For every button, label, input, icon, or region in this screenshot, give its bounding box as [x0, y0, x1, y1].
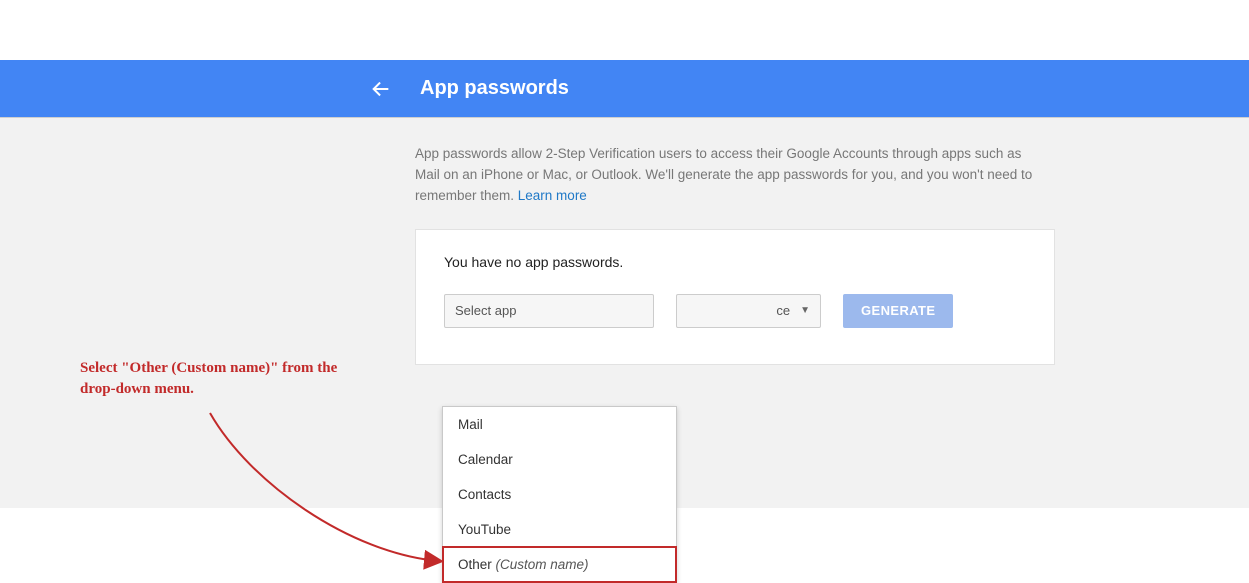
description-body: App passwords allow 2-Step Verification …	[415, 146, 1032, 203]
select-device-dropdown[interactable]: ce ▼	[676, 294, 821, 328]
page-title: App passwords	[420, 77, 569, 100]
annotation-arrow-icon	[190, 403, 460, 583]
dropdown-item-calendar[interactable]: Calendar	[443, 442, 676, 477]
header-bar: App passwords	[0, 60, 1249, 118]
select-app-label: Select app	[455, 303, 516, 318]
annotation-text: Select "Other (Custom name)" from the dr…	[80, 358, 340, 400]
no-passwords-message: You have no app passwords.	[444, 254, 1026, 270]
dropdown-item-other[interactable]: Other (Custom name)	[443, 547, 676, 582]
back-arrow-icon[interactable]	[370, 78, 392, 100]
select-app-dropdown[interactable]: Select app	[444, 294, 654, 328]
caret-down-icon: ▼	[800, 305, 810, 316]
controls-row: Select app ce ▼ GENERATE	[444, 294, 1026, 328]
dropdown-item-youtube[interactable]: YouTube	[443, 512, 676, 547]
description-text: App passwords allow 2-Step Verification …	[415, 144, 1045, 207]
dropdown-item-contacts[interactable]: Contacts	[443, 477, 676, 512]
generate-button[interactable]: GENERATE	[843, 294, 953, 328]
app-dropdown-menu: Mail Calendar Contacts YouTube Other (Cu…	[442, 406, 677, 583]
learn-more-link[interactable]: Learn more	[518, 188, 587, 203]
select-device-label: ce	[776, 303, 790, 318]
app-passwords-card: You have no app passwords. Select app ce…	[415, 229, 1055, 365]
dropdown-item-mail[interactable]: Mail	[443, 407, 676, 442]
